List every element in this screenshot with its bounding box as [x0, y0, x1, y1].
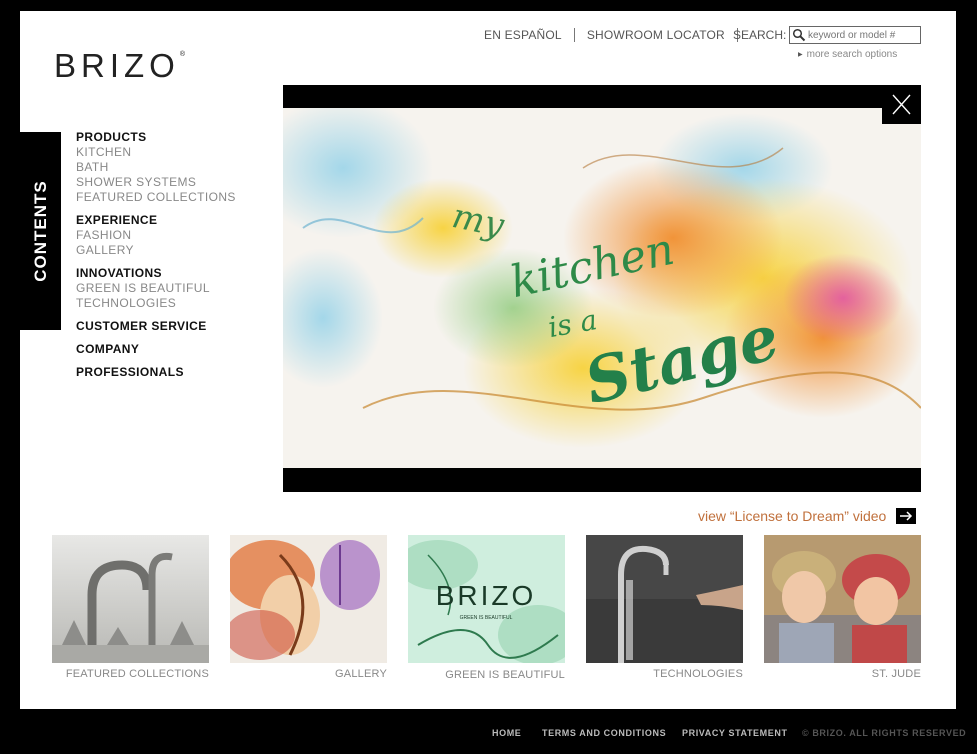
- search-label: SEARCH:: [733, 28, 787, 42]
- search-box[interactable]: [789, 26, 921, 44]
- close-video-button[interactable]: [882, 85, 921, 124]
- nav-divider: [573, 28, 575, 42]
- menu-group-customer-service: CUSTOMER SERVICE: [76, 319, 236, 334]
- search-input[interactable]: [808, 29, 916, 41]
- menu-bath[interactable]: BATH: [76, 160, 236, 175]
- top-navigation: EN ESPAÑOL SHOWROOM LOCATOR: [484, 28, 750, 42]
- video-player[interactable]: my kitchen is a Stage: [283, 85, 921, 492]
- video-frame[interactable]: my kitchen is a Stage: [283, 108, 921, 468]
- menu-group-experience: EXPERIENCE FASHION GALLERY: [76, 213, 236, 258]
- contents-tab-label: CONTENTS: [30, 180, 50, 282]
- menu-shower-systems[interactable]: SHOWER SYSTEMS: [76, 175, 236, 190]
- brizo-logo[interactable]: BRIZO®: [54, 47, 185, 85]
- side-menu: PRODUCTS KITCHEN BATH SHOWER SYSTEMS FEA…: [76, 130, 236, 388]
- registered-mark: ®: [179, 51, 186, 58]
- logo-text: BRIZO: [54, 47, 180, 84]
- menu-customer-service[interactable]: CUSTOMER SERVICE: [76, 319, 236, 334]
- triangle-right-icon: ▶: [798, 52, 803, 58]
- footer-privacy-link[interactable]: PRIVACY STATEMENT: [682, 728, 788, 738]
- thumb-st-jude[interactable]: [764, 535, 921, 663]
- menu-fashion[interactable]: FASHION: [76, 228, 236, 243]
- menu-products[interactable]: PRODUCTS: [76, 130, 236, 145]
- menu-green-is-beautiful[interactable]: GREEN IS BEAUTIFUL: [76, 281, 236, 296]
- gallery-image: [230, 535, 387, 663]
- menu-group-company: COMPANY: [76, 342, 236, 357]
- menu-gallery[interactable]: GALLERY: [76, 243, 236, 258]
- thumb-gallery[interactable]: [230, 535, 387, 663]
- footer-terms-link[interactable]: TERMS AND CONDITIONS: [542, 728, 666, 738]
- green-logo-tag: GREEN IS BEAUTIFUL: [460, 615, 513, 621]
- view-video-link[interactable]: view “License to Dream” video: [698, 508, 917, 524]
- espanol-link[interactable]: EN ESPAÑOL: [484, 28, 562, 42]
- contents-tab[interactable]: CONTENTS: [20, 132, 61, 330]
- thumb-label-featured-collections[interactable]: FEATURED COLLECTIONS: [52, 668, 209, 680]
- menu-innovations[interactable]: INNOVATIONS: [76, 266, 236, 281]
- thumb-green-is-beautiful[interactable]: BRIZO GREEN IS BEAUTIFUL: [408, 535, 565, 663]
- st-jude-image: [764, 535, 921, 663]
- faucet-collection-image: [52, 535, 209, 663]
- footer-copyright: © BRIZO. ALL RIGHTS RESERVED: [802, 728, 967, 738]
- arrow-right-icon: [896, 508, 917, 524]
- footer-home-link[interactable]: HOME: [492, 728, 521, 738]
- green-brizo-image: BRIZO GREEN IS BEAUTIFUL: [408, 535, 565, 663]
- menu-company[interactable]: COMPANY: [76, 342, 236, 357]
- footer: HOME TERMS AND CONDITIONS PRIVACY STATEM…: [0, 720, 977, 750]
- menu-featured-collections[interactable]: FEATURED COLLECTIONS: [76, 190, 236, 205]
- showroom-locator-link[interactable]: SHOWROOM LOCATOR: [587, 28, 725, 42]
- thumb-technologies[interactable]: [586, 535, 743, 663]
- technologies-image: [586, 535, 743, 663]
- menu-group-products: PRODUCTS KITCHEN BATH SHOWER SYSTEMS FEA…: [76, 130, 236, 205]
- menu-professionals[interactable]: PROFESSIONALS: [76, 365, 236, 380]
- thumb-featured-collections[interactable]: [52, 535, 209, 663]
- more-search-options-link[interactable]: ▶ more search options: [798, 49, 897, 60]
- thumb-label-gallery[interactable]: GALLERY: [230, 668, 387, 680]
- close-icon: [892, 94, 911, 115]
- thumb-label-technologies[interactable]: TECHNOLOGIES: [586, 668, 743, 680]
- main-panel: BRIZO® EN ESPAÑOL SHOWROOM LOCATOR SEARC…: [20, 11, 956, 709]
- search-icon[interactable]: [792, 28, 806, 42]
- menu-experience[interactable]: EXPERIENCE: [76, 213, 236, 228]
- thumb-label-green-is-beautiful[interactable]: GREEN IS BEAUTIFUL: [408, 669, 565, 681]
- menu-kitchen[interactable]: KITCHEN: [76, 145, 236, 160]
- thumb-label-st-jude[interactable]: ST. JUDE: [764, 668, 921, 680]
- menu-technologies[interactable]: TECHNOLOGIES: [76, 296, 236, 311]
- menu-group-innovations: INNOVATIONS GREEN IS BEAUTIFUL TECHNOLOG…: [76, 266, 236, 311]
- view-video-label: view “License to Dream” video: [698, 508, 887, 524]
- green-logo-text: BRIZO: [436, 580, 537, 611]
- menu-group-professionals: PROFESSIONALS: [76, 365, 236, 380]
- more-search-label: more search options: [806, 49, 898, 60]
- video-artwork: my kitchen is a Stage: [283, 108, 921, 468]
